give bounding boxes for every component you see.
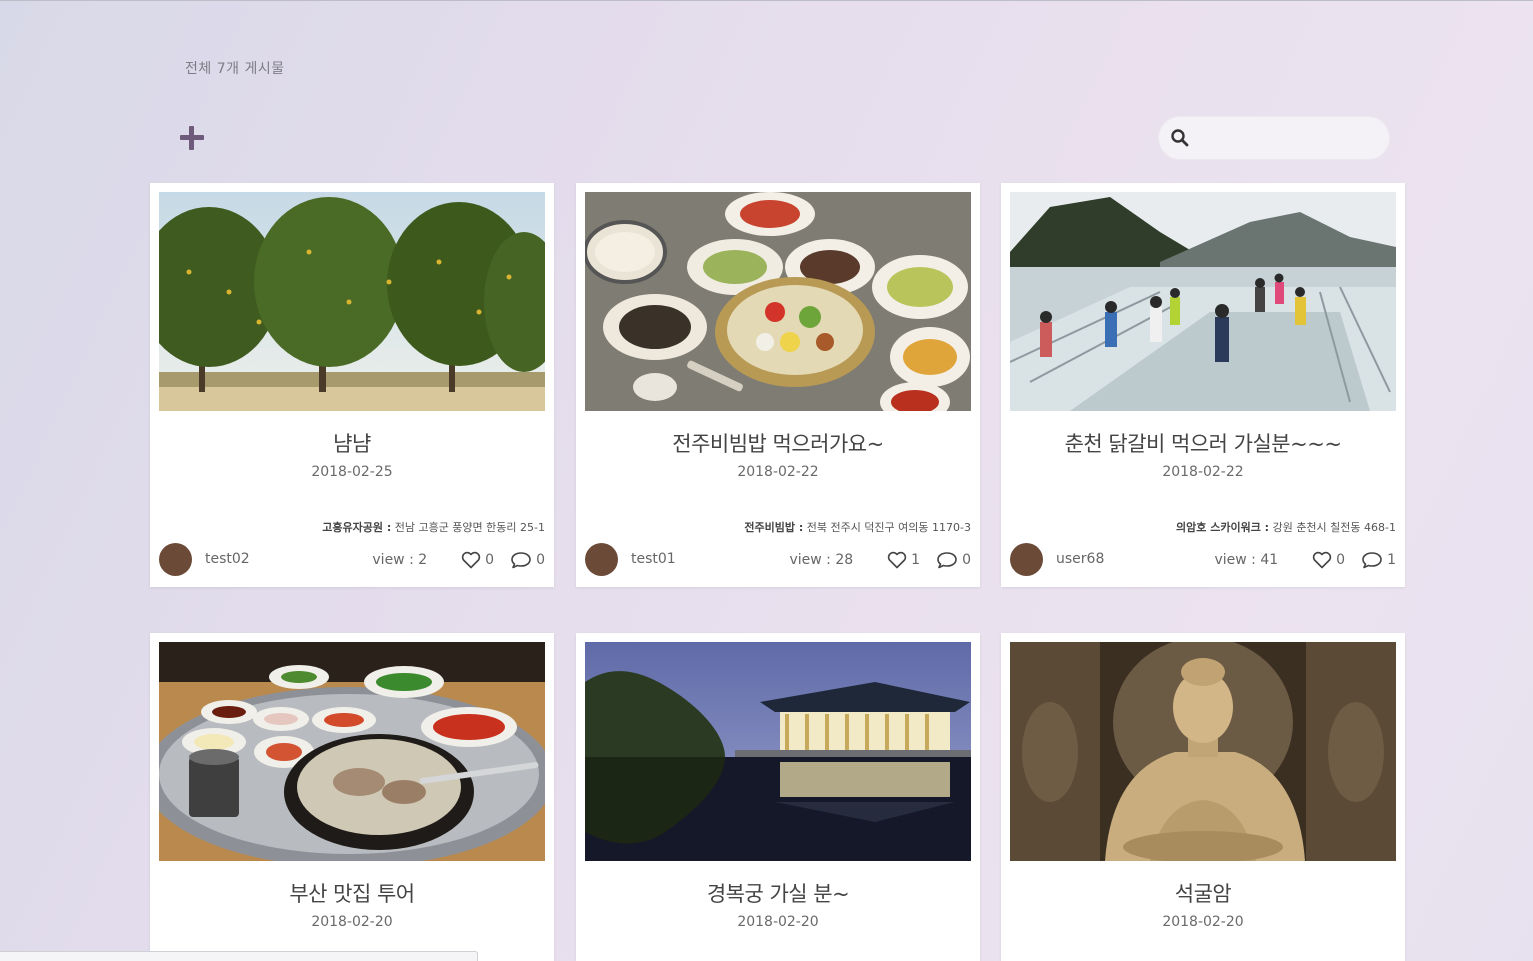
post-count-label: 전체 7개 게시물 — [185, 61, 285, 77]
post-title[interactable]: 경복궁 가실 분~ — [576, 878, 980, 908]
post-footer: user68 view : 41 0 1 — [1010, 543, 1396, 577]
location-name: 고흥유자공원 : — [322, 521, 392, 534]
comment-count: 0 — [536, 552, 545, 568]
post-author[interactable]: test01 — [631, 551, 676, 567]
like-count: 1 — [911, 552, 921, 568]
like-button[interactable]: 1 — [887, 551, 920, 569]
post-date: 2018-02-25 — [311, 464, 393, 480]
search-icon — [1171, 129, 1189, 147]
post-footer: test02 view : 2 0 0 — [159, 543, 545, 577]
post-title[interactable]: 부산 맛집 투어 — [150, 878, 554, 908]
search-input[interactable] — [1198, 124, 1378, 152]
post-author[interactable]: user68 — [1056, 551, 1104, 567]
post-stats: view : 28 1 0 — [789, 551, 971, 569]
post-date: 2018-02-20 — [311, 914, 393, 930]
view-count: view : 41 — [1214, 552, 1279, 568]
post-image[interactable] — [159, 192, 545, 411]
comment-icon — [937, 552, 957, 569]
location-name: 의암호 스카이워크 : — [1176, 521, 1270, 534]
post-location: 의암호 스카이워크 : 강원 춘천시 칠전동 468-1 — [1176, 519, 1396, 535]
like-count: 0 — [1336, 552, 1346, 568]
heart-icon — [887, 551, 907, 569]
post-date: 2018-02-20 — [737, 914, 819, 930]
location-address: 전북 전주시 덕진구 여의동 1170-3 — [806, 521, 971, 534]
like-count: 0 — [485, 552, 495, 568]
post-date: 2018-02-22 — [1162, 464, 1244, 480]
post-card[interactable]: 냠냠 2018-02-25 고흥유자공원 : 전남 고흥군 풍양면 한동리 25… — [150, 183, 554, 587]
search-box[interactable] — [1158, 116, 1390, 160]
comment-button[interactable]: 0 — [510, 551, 545, 569]
like-button[interactable]: 0 — [461, 551, 494, 569]
view-count: view : 28 — [789, 552, 854, 568]
heart-icon — [461, 551, 481, 569]
window-top-border — [0, 0, 1533, 1]
post-title[interactable]: 석굴암 — [1001, 878, 1405, 908]
post-date: 2018-02-20 — [1162, 914, 1244, 930]
comment-button[interactable]: 1 — [1361, 551, 1396, 569]
comment-count: 1 — [1387, 552, 1396, 568]
browser-status-bar — [0, 951, 478, 961]
post-card[interactable]: 전주비빔밥 먹으러가요~ 2018-02-22 전주비빔밥 : 전북 전주시 덕… — [576, 183, 980, 587]
view-count: view : 2 — [372, 552, 428, 568]
heart-icon — [1312, 551, 1332, 569]
post-card[interactable]: 춘천 닭갈비 먹으러 가실분~~~ 2018-02-22 의암호 스카이워크 :… — [1001, 183, 1405, 587]
comment-icon — [1362, 552, 1382, 569]
post-title[interactable]: 냠냠 — [150, 428, 554, 458]
location-name: 전주비빔밥 : — [744, 521, 804, 534]
post-author[interactable]: test02 — [205, 551, 250, 567]
like-button[interactable]: 0 — [1312, 551, 1345, 569]
post-image[interactable] — [1010, 192, 1396, 411]
avatar[interactable] — [159, 543, 192, 576]
location-address: 강원 춘천시 칠전동 468-1 — [1272, 521, 1396, 534]
comment-icon — [511, 552, 531, 569]
post-image[interactable] — [585, 192, 971, 411]
post-card[interactable]: 경복궁 가실 분~ 2018-02-20 — [576, 633, 980, 961]
post-location: 고흥유자공원 : 전남 고흥군 풍양면 한동리 25-1 — [322, 519, 545, 535]
post-image[interactable] — [585, 642, 971, 861]
post-card[interactable]: 석굴암 2018-02-20 — [1001, 633, 1405, 961]
comment-button[interactable]: 0 — [936, 551, 971, 569]
post-stats: view : 41 0 1 — [1214, 551, 1396, 569]
comment-count: 0 — [962, 552, 971, 568]
location-address: 전남 고흥군 풍양면 한동리 25-1 — [394, 521, 545, 534]
add-post-button[interactable] — [178, 124, 206, 152]
post-image[interactable] — [159, 642, 545, 861]
avatar[interactable] — [585, 543, 618, 576]
post-date: 2018-02-22 — [737, 464, 819, 480]
post-card[interactable]: 부산 맛집 투어 2018-02-20 — [150, 633, 554, 961]
post-footer: test01 view : 28 1 0 — [585, 543, 971, 577]
post-stats: view : 2 0 0 — [372, 551, 545, 569]
post-title[interactable]: 전주비빔밥 먹으러가요~ — [576, 428, 980, 458]
post-image[interactable] — [1010, 642, 1396, 861]
post-location: 전주비빔밥 : 전북 전주시 덕진구 여의동 1170-3 — [744, 519, 971, 535]
post-title[interactable]: 춘천 닭갈비 먹으러 가실분~~~ — [1001, 428, 1405, 458]
avatar[interactable] — [1010, 543, 1043, 576]
